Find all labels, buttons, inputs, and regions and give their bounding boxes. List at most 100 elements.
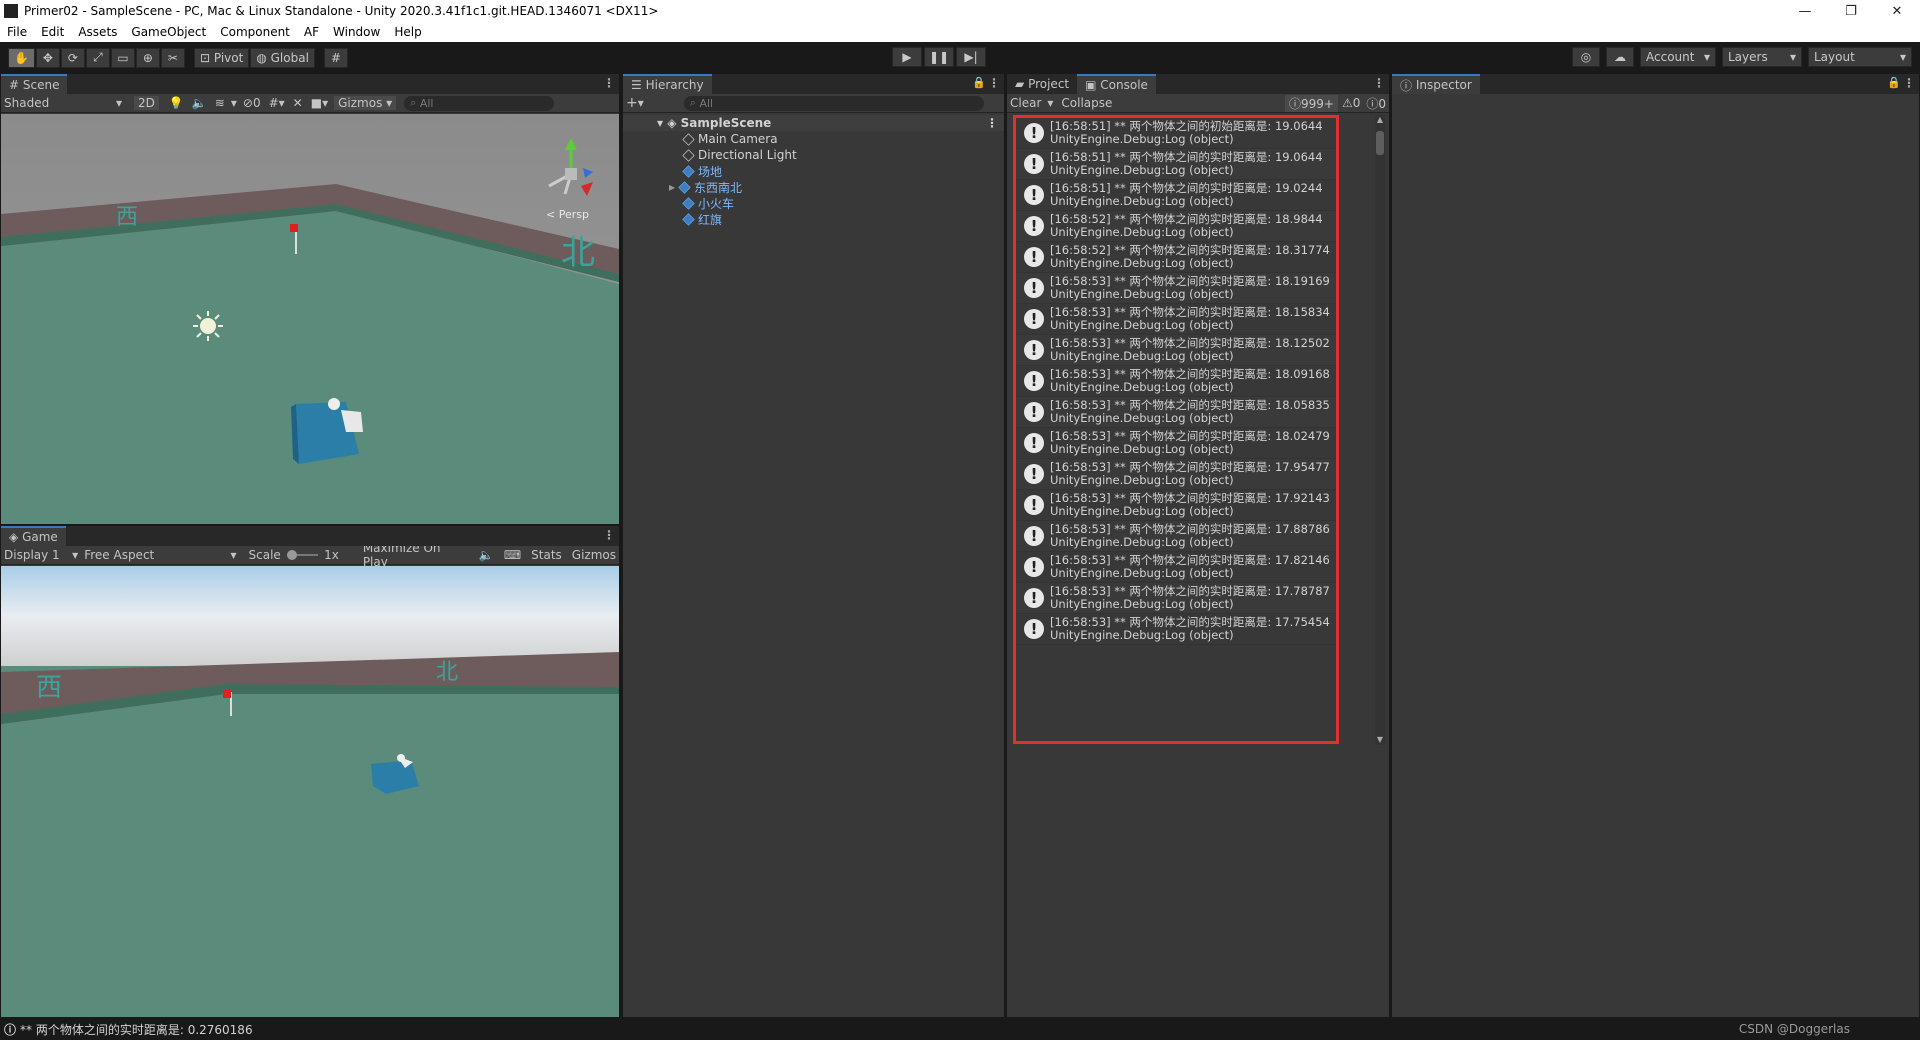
tab-project[interactable]: ▰ Project — [1007, 74, 1078, 94]
collapse-button[interactable]: Collapse — [1061, 96, 1112, 110]
rotate-tool-button[interactable]: ⟳ — [60, 47, 85, 68]
dropdown-arrow-icon[interactable]: ▾ — [322, 96, 328, 110]
hidden-objects-icon[interactable]: ⊘ — [243, 96, 253, 110]
grid-snap-button[interactable]: # — [323, 47, 348, 68]
console-log-entry[interactable]: ! [16:58:51] ** 两个物体之间的实时距离是: 19.0244 Unit… — [1016, 180, 1336, 211]
pivot-button[interactable]: ⊡ Pivot — [193, 47, 250, 68]
shading-dropdown[interactable]: Shaded ▾ — [4, 96, 122, 110]
expand-arrow-icon[interactable]: ▸ — [669, 180, 675, 194]
scene-search-input[interactable]: ⌕ All — [404, 95, 555, 111]
rect-tool-button[interactable]: ▭ — [110, 47, 135, 68]
console-log-entry[interactable]: ! [16:58:52] ** 两个物体之间的实时距离是: 18.9844 Unit… — [1016, 211, 1336, 242]
gizmos-dropdown[interactable]: Gizmos ▾ — [334, 96, 397, 110]
keyboard-icon[interactable]: ⌨ — [504, 548, 521, 562]
maximize-button[interactable]: ❐ — [1828, 4, 1874, 19]
camera-icon[interactable]: ■ — [311, 96, 322, 110]
console-scrollbar[interactable]: ▲ ▼ — [1375, 115, 1385, 745]
console-log-entry[interactable]: ! [16:58:53] ** 两个物体之间的实时距离是: 17.92143 Uni… — [1016, 490, 1336, 521]
console-log-entry[interactable]: ! [16:58:51] ** 两个物体之间的初始距离是: 19.0644 Unit… — [1016, 118, 1336, 149]
2d-toggle[interactable]: 2D — [134, 96, 159, 110]
status-bar[interactable]: ⓘ ** 两个物体之间的实时距离是: 0.2760186 CSDN @Dogge… — [0, 1018, 1920, 1040]
custom-tool-button[interactable]: ✂ — [160, 47, 185, 68]
hierarchy-item[interactable]: 红旗 — [623, 211, 1004, 227]
status-message[interactable]: ** 两个物体之间的实时距离是: 0.2760186 — [20, 1021, 253, 1038]
mute-audio-icon[interactable]: 🔈 — [479, 548, 494, 562]
tools-icon[interactable]: ✕ — [293, 96, 303, 110]
tab-game[interactable]: ◈ Game — [1, 526, 66, 546]
console-log-entry[interactable]: ! [16:58:52] ** 两个物体之间的实时距离是: 18.31774 Uni… — [1016, 242, 1336, 273]
game-viewport[interactable]: 西 北 — [1, 566, 619, 1017]
close-button[interactable]: ✕ — [1874, 4, 1920, 19]
log-filter-toggle[interactable]: ⓘ999+ — [1284, 94, 1338, 112]
account-dropdown[interactable]: Account ▾ — [1640, 47, 1716, 67]
console-log-entry[interactable]: ! [16:58:53] ** 两个物体之间的实时距离是: 18.05835 Uni… — [1016, 397, 1336, 428]
collab-button[interactable]: ◎ — [1572, 47, 1600, 67]
console-log-list[interactable]: ! [16:58:51] ** 两个物体之间的初始距离是: 19.0644 Unit… — [1007, 113, 1389, 753]
error-filter-toggle[interactable]: ⓘ0 — [1366, 95, 1386, 112]
console-log-entry[interactable]: ! [16:58:53] ** 两个物体之间的实时距离是: 18.09168 Uni… — [1016, 366, 1336, 397]
menu-help[interactable]: Help — [387, 25, 428, 39]
hierarchy-item[interactable]: Directional Light — [623, 147, 1004, 163]
game-gizmos-toggle[interactable]: Gizmos — [572, 548, 616, 562]
lock-icon[interactable]: 🔒 — [972, 76, 986, 89]
scale-slider[interactable] — [286, 550, 319, 560]
scene-root-row[interactable]: ▾ ◈ SampleScene ⋮ — [623, 115, 1004, 131]
grid-icon[interactable]: # — [269, 96, 279, 110]
stats-toggle[interactable]: Stats — [531, 548, 562, 562]
warning-filter-toggle[interactable]: ⚠0 — [1342, 96, 1360, 110]
tab-console[interactable]: ▣ Console — [1077, 74, 1156, 94]
scroll-up-icon[interactable]: ▲ — [1375, 115, 1385, 125]
tab-inspector[interactable]: ⓘ Inspector — [1392, 74, 1480, 94]
transform-tool-button[interactable]: ⊕ — [135, 47, 160, 68]
console-log-entry[interactable]: ! [16:58:53] ** 两个物体之间的实时距离是: 17.95477 Uni… — [1016, 459, 1336, 490]
hierarchy-item[interactable]: 场地 — [623, 163, 1004, 179]
scroll-down-icon[interactable]: ▼ — [1375, 735, 1385, 745]
menu-file[interactable]: File — [0, 25, 34, 39]
dropdown-arrow-icon[interactable]: ▾ — [231, 96, 237, 110]
menu-assets[interactable]: Assets — [71, 25, 124, 39]
panel-menu-icon[interactable]: ⋮ — [1903, 76, 1915, 90]
tab-hierarchy[interactable]: ☰ Hierarchy — [623, 74, 712, 94]
hand-tool-button[interactable]: ✋ — [8, 47, 35, 68]
panel-menu-icon[interactable]: ⋮ — [988, 76, 1000, 90]
hierarchy-item[interactable]: 小火车 — [623, 195, 1004, 211]
cloud-button[interactable]: ☁ — [1606, 47, 1634, 67]
console-log-entry[interactable]: ! [16:58:53] ** 两个物体之间的实时距离是: 17.88786 Uni… — [1016, 521, 1336, 552]
expand-arrow-icon[interactable]: ▾ — [657, 116, 663, 130]
layers-dropdown[interactable]: Layers ▾ — [1722, 47, 1802, 67]
add-icon[interactable]: + — [626, 95, 638, 111]
console-log-entry[interactable]: ! [16:58:53] ** 两个物体之间的实时距离是: 17.82146 Uni… — [1016, 552, 1336, 583]
menu-gameobject[interactable]: GameObject — [124, 25, 213, 39]
move-tool-button[interactable]: ✥ — [35, 47, 60, 68]
persp-label[interactable]: < Persp — [546, 208, 589, 221]
panel-menu-icon[interactable]: ⋮ — [603, 528, 615, 542]
slider-thumb[interactable] — [286, 550, 297, 560]
console-log-entry[interactable]: ! [16:58:53] ** 两个物体之间的实时距离是: 18.15834 Uni… — [1016, 304, 1336, 335]
panel-menu-icon[interactable]: ⋮ — [603, 76, 615, 90]
console-log-entry[interactable]: ! [16:58:53] ** 两个物体之间的实时距离是: 18.19169 Uni… — [1016, 273, 1336, 304]
pause-button[interactable]: ❚❚ — [924, 47, 954, 67]
tab-scene[interactable]: # Scene — [1, 74, 68, 94]
lighting-icon[interactable]: 💡 — [169, 96, 184, 110]
hierarchy-item[interactable]: Main Camera — [623, 131, 1004, 147]
console-log-entry[interactable]: ! [16:58:53] ** 两个物体之间的实时距离是: 17.78787 Uni… — [1016, 583, 1336, 614]
dropdown-arrow-icon[interactable]: ▾ — [279, 96, 285, 110]
scrollbar-thumb[interactable] — [1376, 131, 1384, 155]
dropdown-arrow-icon[interactable]: ▾ — [638, 96, 644, 110]
clear-button[interactable]: Clear — [1010, 96, 1041, 110]
layout-dropdown[interactable]: Layout ▾ — [1808, 47, 1912, 67]
step-button[interactable]: ▶| — [956, 47, 986, 67]
scene-viewport[interactable]: 西 北 < Persp — [1, 114, 619, 524]
hierarchy-search-input[interactable]: ⌕ All — [683, 95, 984, 111]
hierarchy-item[interactable]: ▸ 东西南北 — [623, 179, 1004, 195]
lock-icon[interactable]: 🔒 — [1887, 76, 1901, 89]
panel-menu-icon[interactable]: ⋮ — [1373, 76, 1385, 90]
menu-window[interactable]: Window — [326, 25, 387, 39]
menu-edit[interactable]: Edit — [34, 25, 71, 39]
console-log-entry[interactable]: ! [16:58:51] ** 两个物体之间的实时距离是: 19.0644 Unit… — [1016, 149, 1336, 180]
display-dropdown[interactable]: Display 1 ▾ — [4, 548, 78, 562]
console-log-entry[interactable]: ! [16:58:53] ** 两个物体之间的实时距离是: 17.75454 Uni… — [1016, 614, 1336, 645]
audio-icon[interactable]: 🔈 — [192, 96, 207, 110]
menu-component[interactable]: Component — [213, 25, 297, 39]
console-log-entry[interactable]: ! [16:58:53] ** 两个物体之间的实时距离是: 18.12502 Uni… — [1016, 335, 1336, 366]
